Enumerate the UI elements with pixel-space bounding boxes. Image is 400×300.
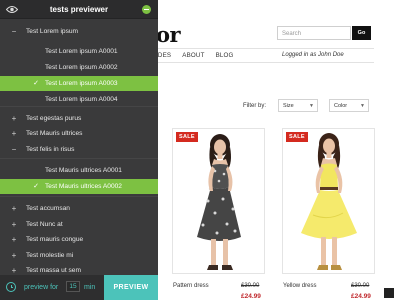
clock-icon xyxy=(6,282,16,292)
header-divider xyxy=(156,48,374,49)
test-case-item[interactable]: Test Lorem ipsum A0002 xyxy=(0,60,158,75)
preview-for-label: preview for xyxy=(24,284,59,291)
color-select[interactable]: Color ▼ xyxy=(329,99,369,112)
old-price: £30.00 xyxy=(351,283,370,289)
tree-item-label: Test egestas purus xyxy=(26,115,82,122)
group-divider xyxy=(0,106,158,107)
chevron-down-icon: ▼ xyxy=(309,103,314,109)
expand-icon[interactable]: + xyxy=(10,126,18,141)
tree-item-label: Test Mauris ultrices A0001 xyxy=(45,167,122,174)
size-select[interactable]: Size ▼ xyxy=(278,99,318,112)
color-select-value: Color xyxy=(334,103,348,109)
sale-price: £24.99 xyxy=(351,293,371,300)
expand-icon[interactable]: + xyxy=(10,248,18,263)
chevron-down-icon: ▼ xyxy=(360,103,365,109)
test-case-item[interactable]: Test Lorem ipsum A0001 xyxy=(0,44,158,59)
tree-item-label: Test Lorem ipsum xyxy=(26,28,79,35)
logged-in-text: Logged in as John Doe xyxy=(282,52,344,58)
group-divider xyxy=(0,158,158,159)
product-card-pattern-dress[interactable]: SALE xyxy=(172,128,265,274)
tree-item-label: Test Mauris ultrices A0002 xyxy=(45,183,122,190)
check-icon: ✓ xyxy=(33,80,39,87)
test-group-item[interactable]: − Test felis in risus xyxy=(0,142,158,157)
expand-icon[interactable]: + xyxy=(10,201,18,216)
panel-title: tests previewer xyxy=(49,5,109,14)
panel-header: tests previewer xyxy=(0,0,158,19)
product-image xyxy=(197,134,241,270)
sale-badge: SALE xyxy=(176,132,198,142)
tree-item-label: Test felis in risus xyxy=(26,146,75,153)
tree-item-label: Test Lorem ipsum A0002 xyxy=(45,64,118,71)
product-card-yellow-dress[interactable]: SALE xyxy=(282,128,375,274)
old-price: £30.00 xyxy=(241,283,260,289)
preview-button[interactable]: PREVIEW xyxy=(104,275,158,300)
expand-icon[interactable]: + xyxy=(10,111,18,126)
product-image xyxy=(301,133,357,270)
test-group-item[interactable]: + Test accumsan xyxy=(0,201,158,216)
nav-divider xyxy=(156,62,374,63)
test-group-item[interactable]: − Test Lorem ipsum xyxy=(0,24,158,39)
expand-icon[interactable]: + xyxy=(10,217,18,232)
nav-item-guides[interactable]: IDES xyxy=(156,52,171,59)
search-go-button[interactable]: Go xyxy=(352,26,371,40)
test-group-item[interactable]: + Test mauris congue xyxy=(0,232,158,247)
filter-label: Filter by: xyxy=(243,103,267,109)
collapse-icon[interactable]: − xyxy=(10,142,18,157)
shop-logo[interactable]: or xyxy=(156,22,181,47)
minutes-input[interactable]: 15 xyxy=(66,281,80,292)
test-group-item[interactable]: + Test Nunc at xyxy=(0,217,158,232)
expand-icon[interactable]: + xyxy=(10,232,18,247)
tree-item-label: Test Lorem ipsum A0001 xyxy=(45,48,118,55)
group-divider xyxy=(0,196,158,197)
collapse-panel-button[interactable] xyxy=(142,5,151,14)
tree-item-label: Test Mauris ultrices xyxy=(26,130,83,137)
test-group-item[interactable]: + Test molestie mi xyxy=(0,248,158,263)
test-group-item[interactable]: + Test Mauris ultrices xyxy=(0,126,158,141)
test-case-item[interactable]: Test Lorem ipsum A0004 xyxy=(0,92,158,107)
product-name[interactable]: Yellow dress xyxy=(283,283,316,289)
tests-previewer-panel: tests previewer − Test Lorem ipsum Test Lo… xyxy=(0,0,158,300)
test-case-item[interactable]: Test Mauris ultrices A0001 xyxy=(0,163,158,178)
tree-item-label: Test accumsan xyxy=(26,205,70,212)
tree-item-label: Test molestie mi xyxy=(26,252,74,259)
test-case-item[interactable]: ✓ Test Lorem ipsum A0003 xyxy=(0,76,158,91)
test-group-item[interactable]: + Test egestas purus xyxy=(0,111,158,126)
search-input[interactable]: Search xyxy=(277,26,351,40)
tree-item-label: Test Lorem ipsum A0004 xyxy=(45,96,118,103)
size-select-value: Size xyxy=(283,103,294,109)
product-name[interactable]: Pattern dress xyxy=(173,283,209,289)
minutes-unit-label: min xyxy=(84,284,96,291)
add-to-cart-button[interactable] xyxy=(384,288,394,298)
tree-item-label: Test mauris congue xyxy=(26,236,84,243)
test-case-item[interactable]: ✓ Test Mauris ultrices A0002 xyxy=(0,179,158,194)
main-nav: IDES ABOUT BLOG xyxy=(156,52,234,59)
sale-price: £24.99 xyxy=(241,293,261,300)
tree-item-label: Test Nunc at xyxy=(26,221,63,228)
tree-item-label: Test Lorem ipsum A0003 xyxy=(45,80,118,87)
collapse-icon[interactable]: − xyxy=(10,24,18,39)
nav-item-blog[interactable]: BLOG xyxy=(216,52,234,59)
sale-badge: SALE xyxy=(286,132,308,142)
nav-item-about[interactable]: ABOUT xyxy=(182,52,204,59)
check-icon: ✓ xyxy=(33,183,39,190)
